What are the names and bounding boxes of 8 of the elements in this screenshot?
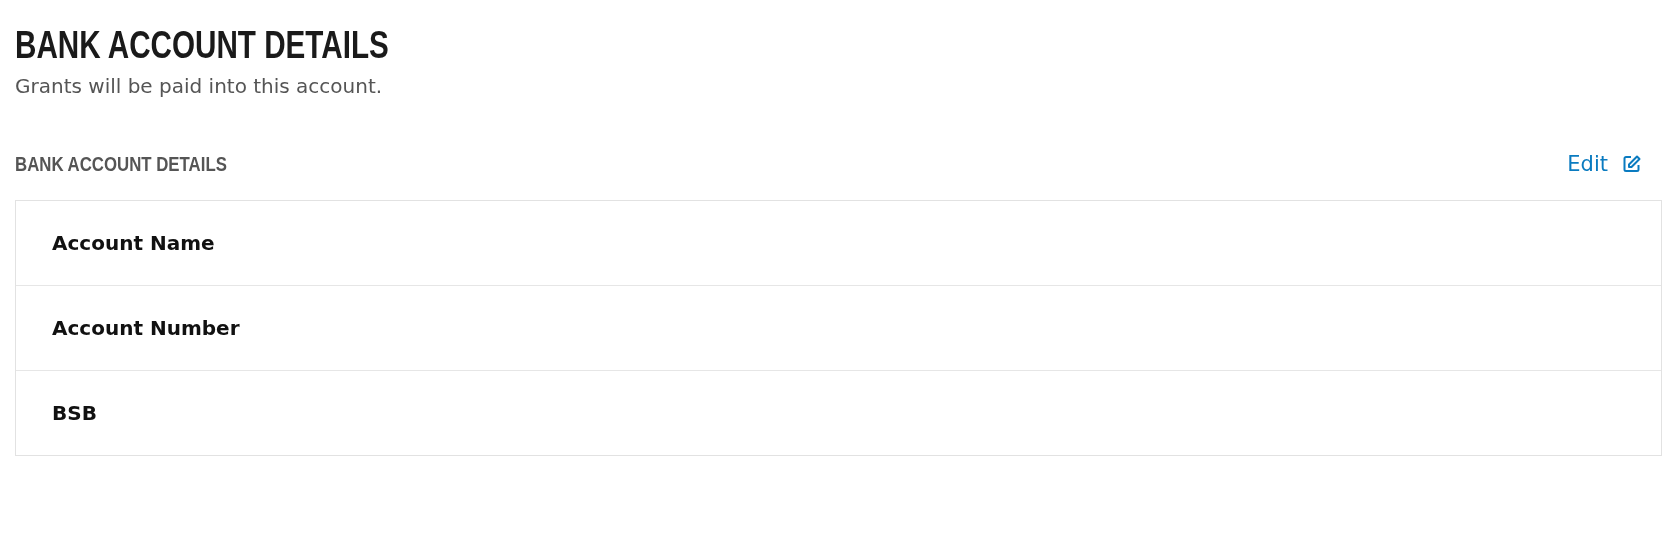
row-label: Account Number bbox=[52, 316, 240, 340]
edit-icon bbox=[1622, 154, 1642, 174]
row-label: BSB bbox=[52, 401, 97, 425]
page-subtitle: Grants will be paid into this account. bbox=[15, 74, 384, 98]
edit-link[interactable]: Edit bbox=[1567, 152, 1642, 176]
section-heading: BANK ACCOUNT DETAILS bbox=[15, 152, 227, 176]
page-title: BANK ACCOUNT DETAILS bbox=[15, 23, 389, 68]
row-label: Account Name bbox=[52, 231, 215, 255]
